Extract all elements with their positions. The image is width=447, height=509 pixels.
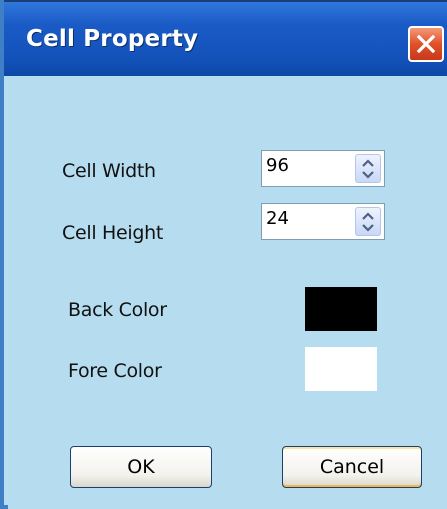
- cell-width-input[interactable]: [264, 153, 352, 177]
- spin-up-icon[interactable]: [362, 158, 374, 168]
- spin-down-icon[interactable]: [362, 170, 374, 180]
- back-color-swatch[interactable]: [305, 287, 377, 331]
- cell-width-spin-buttons[interactable]: [355, 154, 381, 183]
- window-title: Cell Property: [26, 26, 199, 52]
- close-button[interactable]: [408, 26, 444, 62]
- cell-height-label: Cell Height: [62, 222, 164, 244]
- cell-height-spinner[interactable]: [261, 203, 385, 240]
- ok-button[interactable]: OK: [70, 446, 212, 488]
- cell-width-spinner[interactable]: [261, 150, 385, 187]
- back-color-label: Back Color: [68, 299, 167, 321]
- fore-color-swatch[interactable]: [305, 347, 377, 391]
- spin-down-icon[interactable]: [362, 223, 374, 233]
- cell-width-label: Cell Width: [62, 160, 156, 182]
- cell-height-input[interactable]: [264, 206, 352, 230]
- spin-up-icon[interactable]: [362, 211, 374, 221]
- cell-property-dialog: Cell Property Cell Width Cell Height: [0, 0, 447, 509]
- close-icon: [416, 34, 436, 54]
- title-bar[interactable]: Cell Property: [4, 2, 447, 76]
- cancel-button[interactable]: Cancel: [282, 446, 422, 488]
- fore-color-label: Fore Color: [68, 360, 162, 382]
- cell-height-spin-buttons[interactable]: [355, 207, 381, 236]
- dialog-client-area: [8, 76, 447, 509]
